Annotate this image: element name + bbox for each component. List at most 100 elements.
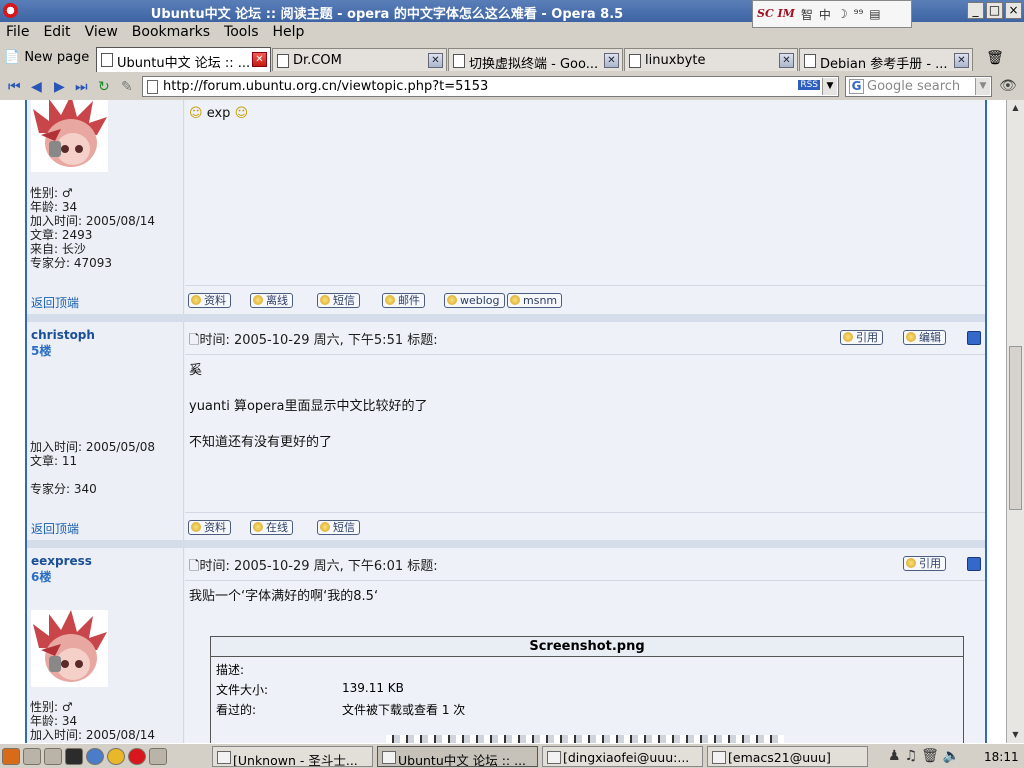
- message-column: 🗋时间: 2005-10-29 周六, 下午5:51 标题: 引用 编辑 奚 y…: [185, 322, 985, 512]
- tab-label: Debian 参考手册 - ...: [820, 57, 948, 71]
- back-to-top-link[interactable]: 返回顶端: [31, 520, 79, 537]
- monitor-icon[interactable]: [44, 748, 62, 765]
- tab-label: Ubuntu中文 论坛 :: ...: [117, 56, 251, 71]
- attachment-views-label: 看过的:: [216, 703, 257, 717]
- tab-debian[interactable]: Debian 参考手册 - ... ✕: [799, 48, 973, 71]
- menu-file[interactable]: File: [6, 24, 29, 42]
- new-page-label: New page: [24, 50, 90, 65]
- network-icon[interactable]: [86, 748, 104, 765]
- tab-close-icon[interactable]: ✕: [252, 52, 267, 67]
- tab-vterm[interactable]: 切换虚拟终端 - Goo... ✕: [448, 48, 623, 71]
- menu-tools[interactable]: Tools: [224, 24, 259, 42]
- new-page-button[interactable]: 📄 New page: [4, 50, 89, 65]
- clock[interactable]: 18:11: [984, 750, 1019, 764]
- quote-button[interactable]: 引用: [840, 330, 883, 345]
- scim-icon[interactable]: SC IM: [757, 8, 795, 19]
- trash-icon[interactable]: 🗑: [986, 50, 1004, 68]
- task-terminal[interactable]: [dingxiaofei@uuu:...: [542, 746, 703, 767]
- post-time: 时间: 2005-10-29 周六, 下午6:01 标题:: [199, 559, 438, 574]
- eye-icon[interactable]: 👁: [999, 78, 1017, 94]
- back-to-top-link[interactable]: 返回顶端: [31, 294, 79, 311]
- tab-close-icon[interactable]: ✕: [954, 53, 969, 68]
- user-icon[interactable]: ♟: [888, 748, 901, 764]
- user-age: 年龄: 34: [30, 714, 78, 728]
- tab-linuxbyte[interactable]: linuxbyte ✕: [624, 48, 798, 71]
- search-input[interactable]: G Google search ▼: [845, 76, 992, 97]
- ime-keyboard-icon[interactable]: ▤: [869, 7, 880, 21]
- address-field[interactable]: http://forum.ubuntu.org.cn/viewtopic.php…: [142, 76, 839, 97]
- menu-edit[interactable]: Edit: [43, 24, 70, 42]
- tools-icon[interactable]: [149, 748, 167, 765]
- scroll-up-icon[interactable]: ▲: [1009, 101, 1022, 115]
- menu-help[interactable]: Help: [273, 24, 305, 42]
- online-status-button[interactable]: 在线: [250, 520, 293, 535]
- report-icon[interactable]: [967, 331, 981, 345]
- profile-button[interactable]: 资料: [188, 520, 231, 535]
- post-icon: 🗋: [189, 559, 200, 574]
- back-icon[interactable]: ◀: [31, 79, 42, 95]
- ubuntu-menu-icon[interactable]: [2, 748, 20, 765]
- weblog-button[interactable]: weblog: [444, 293, 505, 308]
- forum-thread: 性别: ♂ 年龄: 34 加入时间: 2005/08/14 文章: 2493 来…: [25, 100, 987, 743]
- tab-drcom[interactable]: Dr.COM ✕: [272, 48, 447, 71]
- username[interactable]: christoph: [31, 328, 95, 342]
- ime-mode-icon[interactable]: 智: [801, 6, 813, 23]
- opera-icon[interactable]: [128, 748, 146, 765]
- ime-punct-icon[interactable]: ⁹⁹: [854, 7, 864, 21]
- opera-icon: [3, 3, 18, 18]
- quote-button[interactable]: 引用: [903, 556, 946, 571]
- task-opera[interactable]: Ubuntu中文 论坛 :: ...: [377, 746, 538, 767]
- chevron-down-icon[interactable]: ▼: [975, 78, 990, 95]
- floor-number: 6楼: [31, 570, 52, 584]
- tab-close-icon[interactable]: ✕: [779, 53, 794, 68]
- username[interactable]: eexpress: [31, 554, 92, 568]
- task-unknown[interactable]: [Unknown - 圣斗士...: [212, 746, 373, 767]
- ime-halfwidth-icon[interactable]: ☽: [837, 7, 848, 21]
- chevron-down-icon[interactable]: ▼: [822, 78, 837, 95]
- pm-button[interactable]: 短信: [317, 520, 360, 535]
- tab-close-icon[interactable]: ✕: [604, 53, 619, 68]
- profile-button[interactable]: 资料: [188, 293, 231, 308]
- pm-button[interactable]: 短信: [317, 293, 360, 308]
- vertical-scrollbar[interactable]: ▲ ▼: [1006, 100, 1024, 743]
- scroll-down-icon[interactable]: ▼: [1009, 728, 1022, 742]
- edit-icon[interactable]: ✎: [121, 79, 133, 95]
- user-gender: 性别: ♂: [30, 700, 73, 714]
- close-button[interactable]: ×: [1005, 2, 1022, 19]
- google-icon: G: [849, 79, 864, 94]
- tab-close-icon[interactable]: ✕: [428, 53, 443, 68]
- rss-icon[interactable]: RSS: [798, 80, 820, 90]
- console-icon[interactable]: [65, 748, 83, 765]
- user-details: 加入时间: 2005/05/08 文章: 11 专家分: 340: [30, 440, 155, 496]
- edit-button[interactable]: 编辑: [903, 330, 946, 345]
- tab-ubuntu-forum[interactable]: Ubuntu中文 论坛 :: ... ✕: [96, 47, 271, 72]
- post-text: exp: [206, 106, 231, 121]
- maximize-button[interactable]: □: [986, 2, 1003, 19]
- volume-icon[interactable]: 🔈: [943, 748, 960, 764]
- trash-icon[interactable]: 🗑: [921, 748, 939, 764]
- attachment-preview-image[interactable]: [386, 735, 784, 743]
- rewind-icon[interactable]: ⏮: [8, 79, 21, 95]
- post-line: 我贴一个‘字体满好的啊‘我的8.5‘: [189, 589, 379, 604]
- minimize-button[interactable]: _: [967, 2, 984, 19]
- ime-lang-icon[interactable]: 中: [819, 6, 831, 23]
- report-icon[interactable]: [967, 557, 981, 571]
- terminal-icon[interactable]: [23, 748, 41, 765]
- email-button[interactable]: 邮件: [382, 293, 425, 308]
- online-status-button[interactable]: 离线: [250, 293, 293, 308]
- user-posts: 文章: 2493: [30, 228, 93, 242]
- menu-view[interactable]: View: [85, 24, 118, 42]
- tab-label: linuxbyte: [645, 53, 706, 68]
- scrollbar-thumb[interactable]: [1009, 346, 1022, 510]
- reload-icon[interactable]: ↻: [98, 79, 110, 95]
- forward-icon[interactable]: ▶: [54, 79, 65, 95]
- attachment-filename[interactable]: Screenshot.png: [211, 637, 963, 657]
- ime-toolbar[interactable]: SC IM 智 中 ☽ ⁹⁹ ▤: [752, 0, 912, 28]
- music-icon[interactable]: ♫: [905, 748, 918, 764]
- msn-button[interactable]: msnm: [507, 293, 563, 308]
- page-viewport: 性别: ♂ 年龄: 34 加入时间: 2005/08/14 文章: 2493 来…: [0, 100, 1006, 743]
- chat-icon[interactable]: [107, 748, 125, 765]
- menu-bookmarks[interactable]: Bookmarks: [132, 24, 210, 42]
- fast-forward-icon[interactable]: ⏭: [75, 79, 88, 95]
- task-emacs[interactable]: [emacs21@uuu]: [707, 746, 868, 767]
